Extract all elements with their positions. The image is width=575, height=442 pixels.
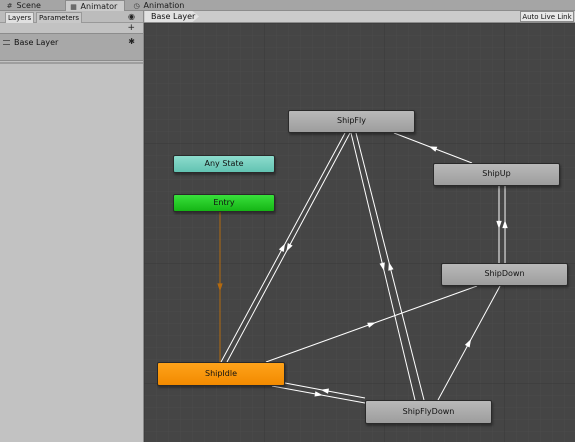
layer-divider [0,62,143,64]
breadcrumb[interactable]: Base Layer [145,11,199,22]
drag-handle-icon[interactable] [3,40,10,45]
graph-toolbar: Base Layer Auto Live Link [144,11,575,23]
layers-panel: Layers Parameters ◉ + Base Layer ✱ [0,11,144,442]
state-ship-down-label: ShipDown [484,269,525,278]
gear-icon[interactable]: ✱ [128,37,135,46]
state-ship-fly-label: ShipFly [336,116,366,125]
layer-toolbar: + [0,23,143,33]
state-any-state-label: Any State [204,159,244,168]
auto-live-link-button[interactable]: Auto Live Link [520,11,574,22]
state-ship-fly-down[interactable]: ShipFlyDown [365,400,492,424]
tab-scene[interactable]: # Scene [2,0,62,11]
plus-icon[interactable]: + [127,23,135,33]
panel-tab-bar: Layers Parameters ◉ [0,11,143,23]
window-tab-bar: # Scene ▦ Animator ◷ Animation [0,0,575,12]
state-ship-fly-down-label: ShipFlyDown [402,407,455,416]
state-machine-graph[interactable]: ShipFly ShipUp ShipDown Any State Entry … [144,23,575,442]
state-entry-label: Entry [213,198,235,207]
tab-animation[interactable]: ◷ Animation [129,0,199,11]
layer-item-base-layer[interactable]: Base Layer ✱ [0,33,143,61]
state-ship-idle-label: ShipIdle [204,369,238,378]
state-entry[interactable]: Entry [173,194,275,212]
state-ship-idle[interactable]: ShipIdle [157,362,285,386]
state-ship-up[interactable]: ShipUp [433,163,560,186]
state-any-state[interactable]: Any State [173,155,275,173]
tab-scene-label: Scene [16,1,41,10]
tab-animator-label: Animator [80,2,118,11]
state-ship-up-label: ShipUp [482,169,511,178]
tab-animation-label: Animation [143,1,185,10]
layer-name: Base Layer [14,38,59,47]
state-ship-fly[interactable]: ShipFly [288,110,415,133]
eye-icon[interactable]: ◉ [128,12,135,21]
tab-layers[interactable]: Layers [5,12,34,23]
tab-parameters[interactable]: Parameters [36,12,82,23]
state-ship-down[interactable]: ShipDown [441,263,568,286]
